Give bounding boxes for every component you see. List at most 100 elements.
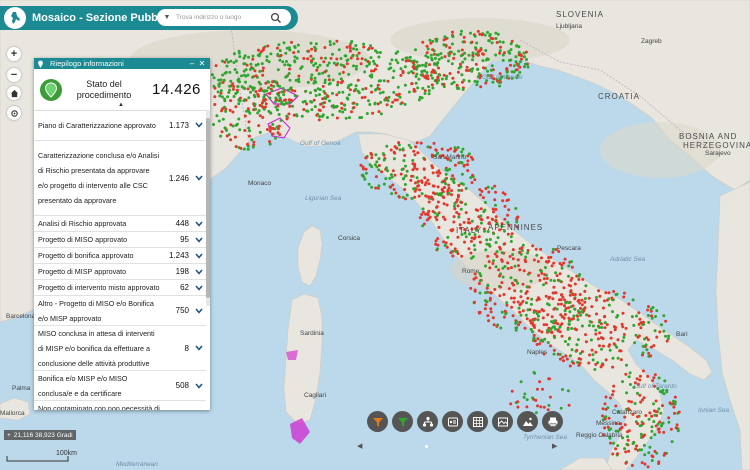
site-marker[interactable] xyxy=(507,287,511,291)
site-marker[interactable] xyxy=(555,274,559,278)
site-marker[interactable] xyxy=(347,72,351,76)
site-marker[interactable] xyxy=(549,255,553,259)
site-marker[interactable] xyxy=(410,70,414,74)
site-marker[interactable] xyxy=(499,326,503,330)
site-marker[interactable] xyxy=(228,108,232,112)
site-marker[interactable] xyxy=(579,306,582,310)
site-marker[interactable] xyxy=(339,57,343,60)
site-marker[interactable] xyxy=(563,313,567,316)
site-marker[interactable] xyxy=(467,217,471,221)
site-marker[interactable] xyxy=(665,390,669,394)
site-marker[interactable] xyxy=(654,399,658,403)
site-marker[interactable] xyxy=(529,327,533,331)
site-marker[interactable] xyxy=(567,316,571,320)
site-marker[interactable] xyxy=(237,117,241,121)
site-marker[interactable] xyxy=(418,216,422,220)
site-marker[interactable] xyxy=(440,56,444,60)
site-marker[interactable] xyxy=(313,105,317,109)
site-marker[interactable] xyxy=(457,215,461,219)
site-marker[interactable] xyxy=(238,128,242,132)
panel-scrollbar[interactable] xyxy=(206,110,210,306)
site-marker[interactable] xyxy=(458,62,462,66)
site-marker[interactable] xyxy=(611,356,615,360)
site-marker[interactable] xyxy=(329,56,333,60)
site-marker[interactable] xyxy=(268,142,272,146)
site-marker[interactable] xyxy=(369,44,372,48)
site-marker[interactable] xyxy=(381,152,385,156)
site-marker[interactable] xyxy=(321,113,325,117)
site-marker[interactable] xyxy=(624,461,628,465)
site-marker[interactable] xyxy=(391,183,395,187)
site-marker[interactable] xyxy=(256,111,260,115)
site-marker[interactable] xyxy=(392,150,396,154)
site-marker[interactable] xyxy=(411,159,415,162)
site-marker[interactable] xyxy=(458,161,462,164)
site-marker[interactable] xyxy=(228,70,232,74)
site-marker[interactable] xyxy=(456,146,460,149)
site-marker[interactable] xyxy=(529,279,533,283)
site-marker[interactable] xyxy=(587,296,591,300)
site-marker[interactable] xyxy=(525,58,528,61)
site-marker[interactable] xyxy=(234,105,238,109)
site-marker[interactable] xyxy=(223,105,226,109)
site-marker[interactable] xyxy=(565,357,569,361)
site-marker[interactable] xyxy=(258,89,262,93)
site-marker[interactable] xyxy=(456,87,460,90)
site-marker[interactable] xyxy=(309,54,313,58)
site-marker[interactable] xyxy=(478,32,482,36)
site-marker[interactable] xyxy=(503,51,506,55)
site-marker[interactable] xyxy=(385,144,389,148)
site-marker[interactable] xyxy=(392,157,396,161)
site-marker[interactable] xyxy=(469,286,473,290)
site-marker[interactable] xyxy=(524,255,528,259)
map-image-button[interactable] xyxy=(517,411,538,432)
site-marker[interactable] xyxy=(234,123,238,127)
site-marker[interactable] xyxy=(545,323,549,327)
site-marker[interactable] xyxy=(547,303,551,307)
site-marker[interactable] xyxy=(532,333,536,337)
site-marker[interactable] xyxy=(354,67,358,71)
site-marker[interactable] xyxy=(506,261,510,265)
site-marker[interactable] xyxy=(436,200,440,204)
site-marker[interactable] xyxy=(558,279,562,283)
site-marker[interactable] xyxy=(415,176,419,180)
site-marker[interactable] xyxy=(507,208,511,212)
site-marker[interactable] xyxy=(442,73,446,77)
site-marker[interactable] xyxy=(536,318,540,322)
site-marker[interactable] xyxy=(621,339,625,343)
site-marker[interactable] xyxy=(436,185,440,189)
site-marker[interactable] xyxy=(445,245,449,249)
site-marker[interactable] xyxy=(326,63,330,67)
site-marker[interactable] xyxy=(523,392,527,396)
site-marker[interactable] xyxy=(542,283,545,287)
site-marker[interactable] xyxy=(581,277,585,281)
site-marker[interactable] xyxy=(281,87,285,90)
site-marker[interactable] xyxy=(516,405,520,409)
site-marker[interactable] xyxy=(388,62,392,66)
chevron-down-icon[interactable] xyxy=(193,343,204,354)
site-marker[interactable] xyxy=(593,368,597,371)
site-marker[interactable] xyxy=(510,39,514,43)
site-marker[interactable] xyxy=(569,278,573,282)
site-marker[interactable] xyxy=(668,401,672,405)
site-marker[interactable] xyxy=(386,79,390,83)
site-marker[interactable] xyxy=(493,302,497,306)
site-marker[interactable] xyxy=(464,187,468,190)
site-marker[interactable] xyxy=(389,148,393,152)
site-marker[interactable] xyxy=(310,108,314,112)
site-marker[interactable] xyxy=(338,72,342,76)
site-marker[interactable] xyxy=(647,451,651,455)
site-marker[interactable] xyxy=(268,96,272,100)
site-marker[interactable] xyxy=(573,297,577,301)
site-marker[interactable] xyxy=(409,178,413,182)
site-marker[interactable] xyxy=(641,398,644,402)
site-marker[interactable] xyxy=(471,173,475,177)
site-marker[interactable] xyxy=(657,430,661,434)
site-marker[interactable] xyxy=(364,167,368,171)
site-marker[interactable] xyxy=(567,264,571,268)
site-marker[interactable] xyxy=(489,310,493,314)
site-marker[interactable] xyxy=(580,350,584,354)
search-icon[interactable] xyxy=(270,11,284,25)
site-marker[interactable] xyxy=(519,289,523,293)
site-marker[interactable] xyxy=(235,90,239,94)
